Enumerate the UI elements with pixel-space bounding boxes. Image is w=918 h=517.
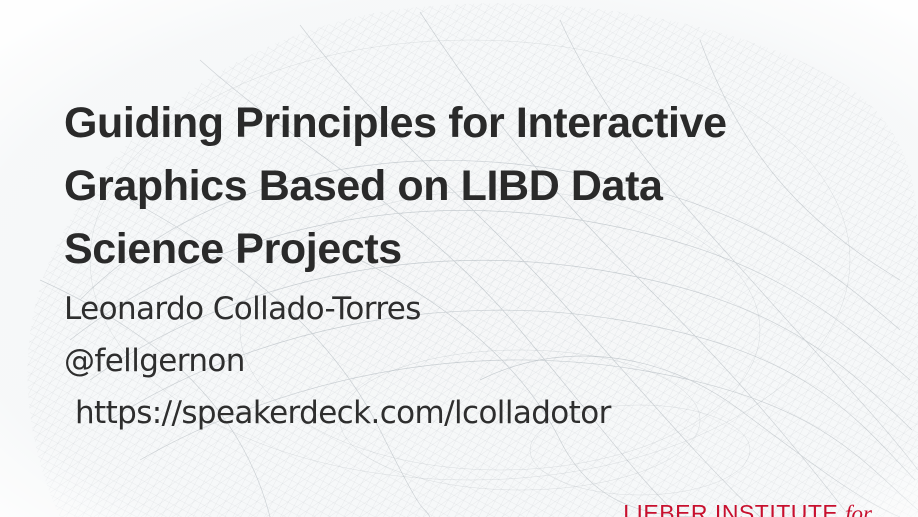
lieber-institute-logo: LIEBER INSTITUTE for xyxy=(623,500,872,517)
title-line-2: Graphics Based on LIBD Data xyxy=(64,162,663,210)
author-url[interactable]: https://speakerdeck.com/lcolladotor xyxy=(64,387,611,439)
title-line-1: Guiding Principles for Interactive xyxy=(64,99,727,147)
author-handle: @fellgernon xyxy=(64,343,245,379)
logo-suffix: for xyxy=(845,501,872,517)
slide-title: Guiding Principles for Interactive Graph… xyxy=(64,92,884,281)
author-block: Leonardo Collado-Torres @fellgernon http… xyxy=(64,283,611,439)
author-name: Leonardo Collado-Torres xyxy=(64,291,421,327)
title-line-3: Science Projects xyxy=(64,225,402,273)
logo-text: LIEBER INSTITUTE xyxy=(623,500,839,517)
slide: Guiding Principles for Interactive Graph… xyxy=(0,0,918,517)
